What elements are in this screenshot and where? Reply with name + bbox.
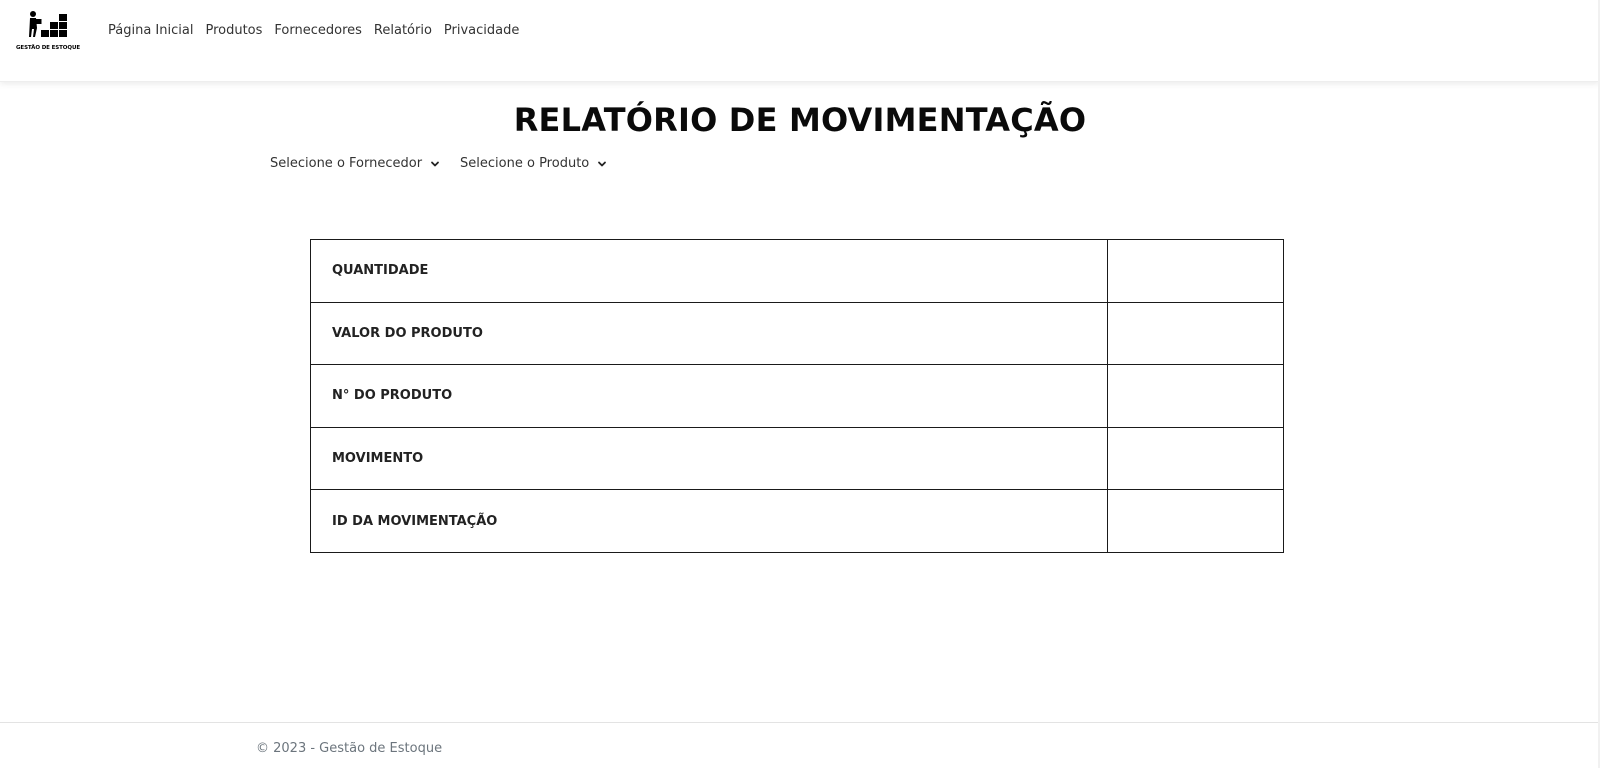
row-value-product-value [1107,301,1284,366]
chevron-down-icon [431,161,439,166]
filters-bar: Selecione o Fornecedor Selecione o Produ… [270,156,627,171]
movement-report-table: QUANTIDADE VALOR DO PRODUTO N° DO PRODUT… [309,239,1284,553]
navbar: GESTÃO DE ESTOQUE Página Inicial Produto… [0,0,1600,82]
brand-logo[interactable]: GESTÃO DE ESTOQUE [16,8,80,58]
row-label-movement: MOVIMENTO [309,426,1109,491]
product-select[interactable]: Selecione o Produto [460,156,607,171]
row-value-quantity [1107,239,1284,303]
nav-link-suppliers[interactable]: Fornecedores [268,22,368,40]
page-title: RELATÓRIO DE MOVIMENTAÇÃO [513,101,1087,139]
table-row: VALOR DO PRODUTO [309,301,1284,366]
supplier-select[interactable]: Selecione o Fornecedor [270,156,440,171]
chevron-down-icon [598,161,607,166]
row-value-product-number [1107,364,1284,428]
row-label-quantity: QUANTIDADE [309,239,1109,303]
product-select-label: Selecione o Produto [460,156,590,171]
row-label-product-value: VALOR DO PRODUTO [309,301,1109,366]
main-nav: Página Inicial Produtos Fornecedores Rel… [102,22,525,40]
table-row: ID DA MOVIMENTAÇÃO [309,489,1284,553]
nav-link-home[interactable]: Página Inicial [102,22,199,40]
table-row: N° DO PRODUTO [309,364,1284,428]
warehouse-worker-boxes-icon [29,11,67,37]
nav-link-privacy[interactable]: Privacidade [438,22,525,40]
table-row: QUANTIDADE [309,239,1284,303]
row-label-product-number: N° DO PRODUTO [309,364,1109,428]
table-row: MOVIMENTO [309,426,1284,491]
footer-copyright: © 2023 - Gestão de Estoque [256,741,443,756]
footer: © 2023 - Gestão de Estoque [0,722,1600,768]
row-value-movement-id [1107,489,1284,553]
brand-name: GESTÃO DE ESTOQUE [16,45,80,51]
supplier-select-label: Selecione o Fornecedor [270,156,423,171]
row-value-movement [1107,426,1284,491]
nav-link-report[interactable]: Relatório [368,22,438,40]
row-label-movement-id: ID DA MOVIMENTAÇÃO [309,489,1109,553]
nav-link-products[interactable]: Produtos [199,22,268,40]
